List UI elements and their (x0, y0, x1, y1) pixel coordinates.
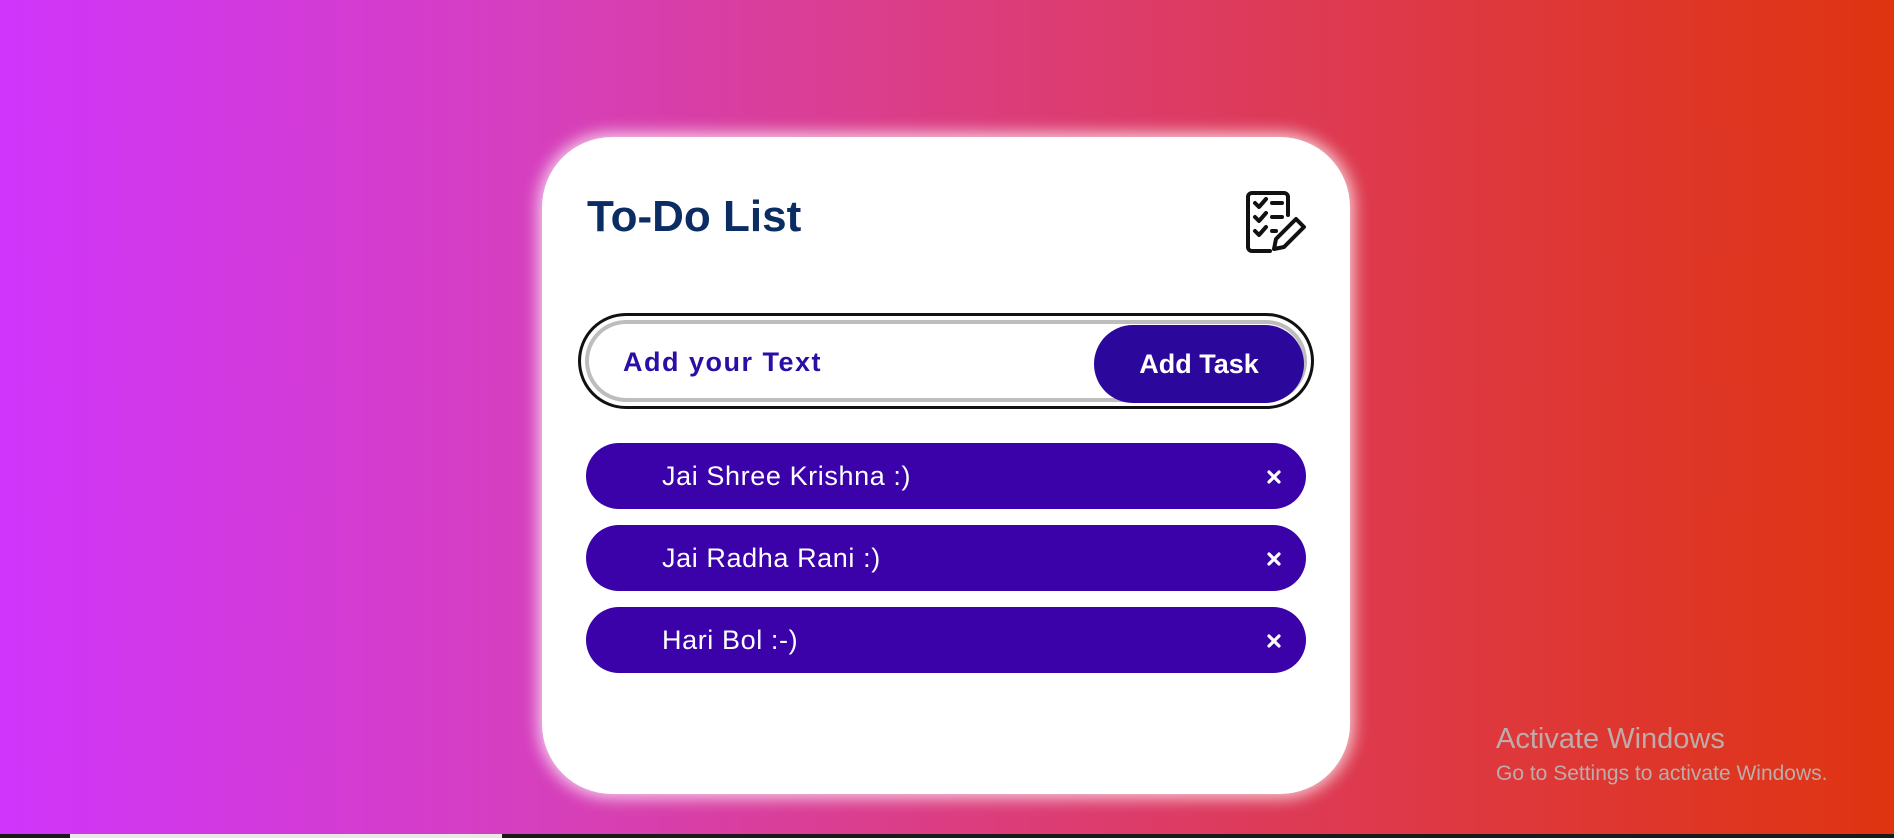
task-item[interactable]: Jai Shree Krishna :) (586, 443, 1306, 509)
task-text: Jai Shree Krishna :) (662, 461, 912, 491)
page-title: To-Do List (587, 192, 802, 241)
watermark-subtitle: Go to Settings to activate Windows. (1496, 761, 1828, 785)
task-input-group: Add Task (578, 313, 1314, 409)
watermark-title: Activate Windows (1496, 723, 1725, 755)
task-text: Jai Radha Rani :) (662, 543, 881, 573)
close-icon[interactable] (1260, 463, 1288, 491)
task-input[interactable] (623, 340, 1063, 384)
activate-windows-watermark: Activate Windows Go to Settings to activ… (1496, 723, 1828, 786)
task-list: Jai Shree Krishna :) Jai Radha Rani :) H… (586, 443, 1306, 689)
taskbar-highlight (70, 834, 502, 838)
taskbar-edge (0, 834, 1894, 838)
close-icon[interactable] (1260, 627, 1288, 655)
todo-card: To-Do List Add Task Jai Shree Krishna :)… (542, 137, 1350, 794)
close-icon[interactable] (1260, 545, 1288, 573)
checklist-pencil-icon (1246, 191, 1306, 253)
task-item[interactable]: Hari Bol :-) (586, 607, 1306, 673)
task-text: Hari Bol :-) (662, 625, 799, 655)
task-item[interactable]: Jai Radha Rani :) (586, 525, 1306, 591)
add-task-button[interactable]: Add Task (1094, 325, 1304, 403)
